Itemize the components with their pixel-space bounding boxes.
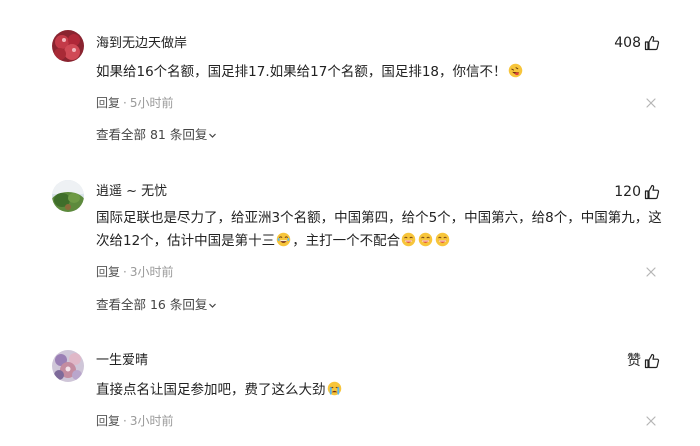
crying-emoji <box>327 381 341 396</box>
comment-text: 国际足联也是尽力了，给亚洲3个名额，中国第四，给个5个，中国第六，给8个，中国第… <box>96 210 662 249</box>
meta-separator: · <box>123 96 127 110</box>
chevron-down-icon <box>209 303 217 308</box>
view-all-replies-link[interactable]: 查看全部 16 条回复 <box>96 297 217 313</box>
avatar[interactable] <box>52 30 84 62</box>
grinning-emoji <box>401 232 416 247</box>
view-all-replies-link[interactable]: 查看全部 81 条回复 <box>96 127 217 143</box>
laughing-emoji <box>276 232 291 247</box>
avatar[interactable] <box>52 350 84 382</box>
thumbs-up-icon <box>644 35 660 51</box>
username[interactable]: 一生爱晴 <box>96 352 148 370</box>
close-icon[interactable] <box>646 98 656 108</box>
reply-button[interactable]: 回复 <box>96 265 120 279</box>
comment-text: 直接点名让国足参加吧，费了这么大劲 <box>96 379 662 402</box>
like-button[interactable]: 120 <box>614 183 660 201</box>
thumbs-up-icon <box>644 184 660 200</box>
grinning-emoji <box>418 232 433 247</box>
like-button[interactable]: 赞 <box>627 352 660 370</box>
username[interactable]: 逍遥 ~ 无忧 <box>96 183 167 201</box>
timestamp: 3小时前 <box>129 265 174 279</box>
comment-meta: 回复 · 3小时前 <box>96 413 173 429</box>
comment-meta: 回复 · 3小时前 <box>96 264 173 280</box>
meta-separator: · <box>123 265 127 279</box>
like-count: 408 <box>614 35 641 51</box>
avatar[interactable] <box>52 180 84 212</box>
reply-button[interactable]: 回复 <box>96 96 120 110</box>
grinning-emoji <box>435 232 450 247</box>
like-button[interactable]: 408 <box>614 34 660 52</box>
timestamp: 5小时前 <box>129 96 174 110</box>
comment-meta: 回复 · 5小时前 <box>96 95 173 111</box>
close-icon[interactable] <box>646 416 656 426</box>
timestamp: 3小时前 <box>129 414 174 428</box>
reply-button[interactable]: 回复 <box>96 414 120 428</box>
laughing-tongue-emoji <box>508 63 522 78</box>
comment-text: 如果给16个名额，国足排17.如果给17个名额，国足排18，你信不！ <box>96 61 662 84</box>
username[interactable]: 海到无边天做岸 <box>96 35 187 53</box>
comments-panel: 海到无边天做岸 408 如果给16个名额，国足排17.如果给17个名额，国足排1… <box>0 0 700 446</box>
close-icon[interactable] <box>646 267 656 277</box>
thumbs-up-icon <box>644 353 660 369</box>
like-label: 赞 <box>627 353 641 369</box>
like-count: 120 <box>614 184 641 200</box>
chevron-down-icon <box>209 133 217 138</box>
meta-separator: · <box>123 414 127 428</box>
